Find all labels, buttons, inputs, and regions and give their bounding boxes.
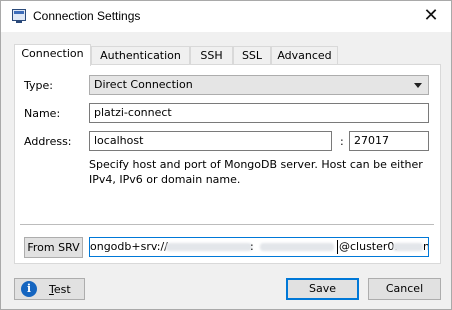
title-bar: Connection Settings ✕ [1,1,451,32]
divider [20,224,434,225]
window-title: Connection Settings [33,9,141,23]
redacted-host [393,243,423,251]
connection-panel: Type: Direct Connection Name: platzi-con… [14,64,441,264]
close-icon[interactable]: ✕ [421,6,441,26]
info-icon: i [21,281,37,297]
tab-authentication[interactable]: Authentication [91,46,190,65]
tab-ssl[interactable]: SSL [233,46,271,65]
srv-input[interactable]: ongodb+srv:// : @cluster0. m [89,237,429,257]
port-input[interactable]: 27017 [349,131,429,151]
test-label: Test [49,283,71,296]
srv-tail: m [423,238,428,256]
tab-ssh[interactable]: SSH [190,46,233,65]
name-label: Name: [24,107,61,120]
type-select-value: Direct Connection [94,78,193,91]
chevron-down-icon [414,83,422,88]
text-cursor [337,240,338,254]
tab-advanced[interactable]: Advanced [271,46,338,65]
type-label: Type: [24,79,53,92]
test-button[interactable]: i Test [14,278,85,300]
tab-connection[interactable]: Connection [14,44,91,66]
cancel-button[interactable]: Cancel [368,278,441,300]
save-button[interactable]: Save [286,278,359,300]
port-separator: : [340,135,344,148]
redacted-password [260,243,334,251]
host-input[interactable]: localhost [89,131,332,151]
srv-prefix: ongodb+srv:// [90,240,168,253]
srv-colon: : [250,240,254,253]
app-window-icon [12,9,26,23]
name-input[interactable]: platzi-connect [89,103,429,123]
from-srv-button[interactable]: From SRV [24,237,83,258]
address-label: Address: [24,135,72,148]
type-select[interactable]: Direct Connection [89,75,429,95]
connection-settings-dialog: Connection Settings ✕ Connection Authent… [0,0,452,310]
address-hint: Specify host and port of MongoDB server.… [89,158,423,186]
srv-host: @cluster0. [339,240,398,253]
redacted-user [166,243,252,251]
